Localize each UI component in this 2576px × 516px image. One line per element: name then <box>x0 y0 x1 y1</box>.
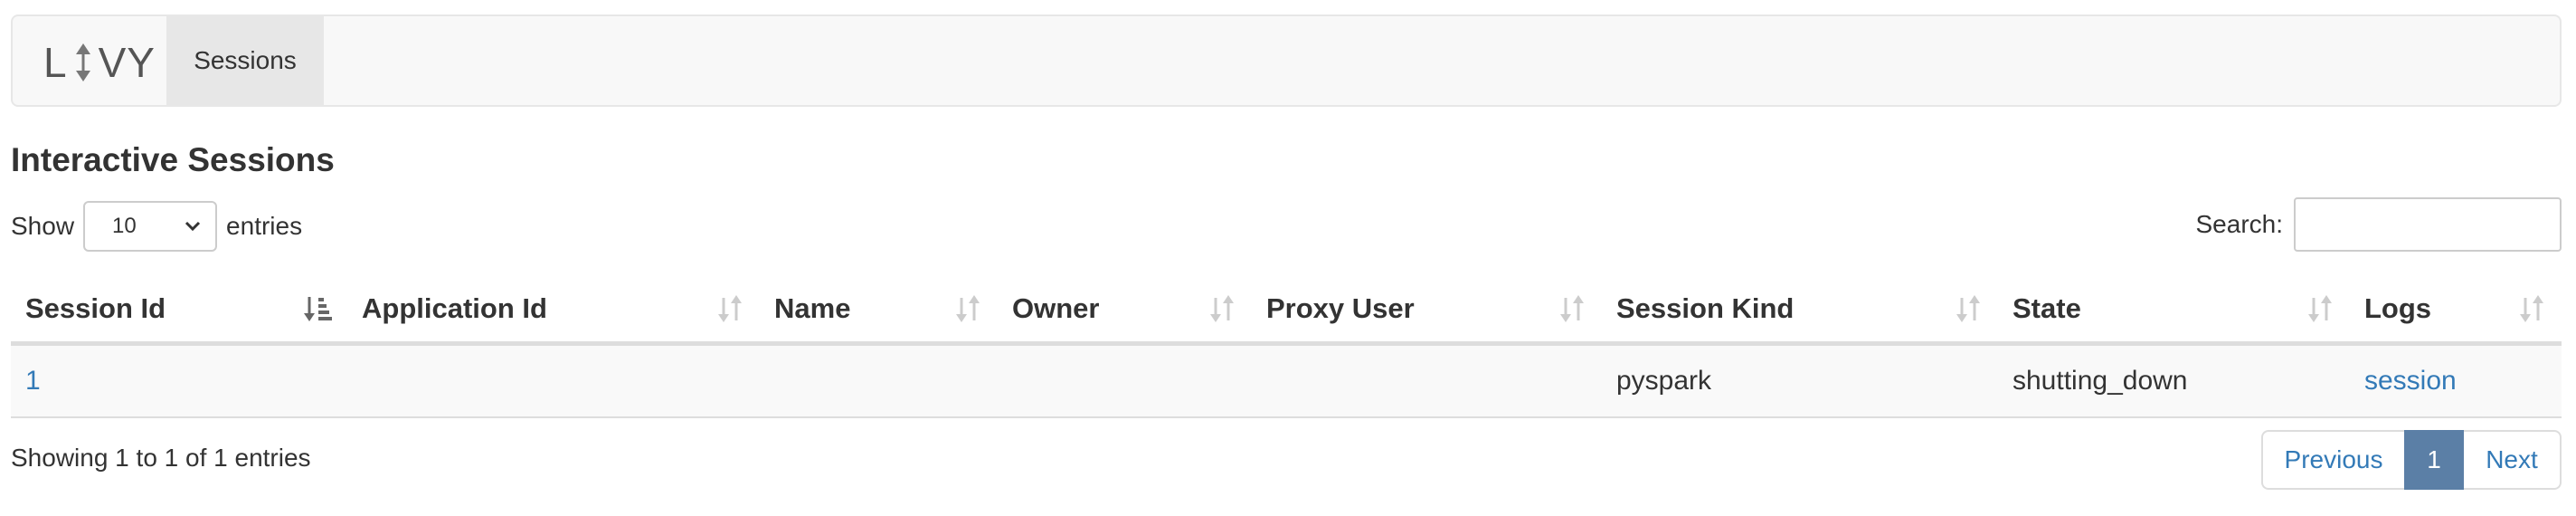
sort-both-icon <box>718 295 742 322</box>
page-title: Interactive Sessions <box>11 141 335 178</box>
previous-page-button[interactable]: Previous <box>2261 430 2404 490</box>
sort-both-icon <box>2308 295 2332 322</box>
sort-both-icon <box>1560 295 1584 322</box>
livy-logo[interactable]: L VY <box>43 42 156 83</box>
cell-state: shutting_down <box>1998 343 2350 418</box>
column-header-session-kind[interactable]: Session Kind <box>1602 276 1998 346</box>
column-header-state[interactable]: State <box>1998 276 2350 346</box>
cell-session-kind: pyspark <box>1602 343 1998 418</box>
session-id-link[interactable]: 1 <box>25 366 41 396</box>
logo-updown-arrow-icon <box>75 43 90 81</box>
nav-tab-sessions[interactable]: Sessions <box>166 16 324 105</box>
column-header-name[interactable]: Name <box>760 276 998 346</box>
sort-both-icon <box>1210 295 1234 322</box>
sort-ascending-icon <box>304 297 332 321</box>
cell-logs: session <box>2350 343 2562 418</box>
column-header-logs[interactable]: Logs <box>2350 276 2562 346</box>
search-label: Search: <box>2195 210 2284 238</box>
entries-per-page-value: 10 <box>112 214 137 238</box>
column-header-owner[interactable]: Owner <box>998 276 1252 346</box>
current-page-button[interactable]: 1 <box>2404 430 2464 490</box>
next-page-button[interactable]: Next <box>2464 430 2562 490</box>
session-logs-link[interactable]: session <box>2364 366 2457 396</box>
cell-session-id: 1 <box>11 343 347 418</box>
search-control: Search: <box>2196 197 2562 252</box>
logo-letter-l: L <box>43 39 68 86</box>
cell-name <box>760 343 998 418</box>
logo-letters-vy: VY <box>98 39 156 86</box>
navbar: L VY Sessions <box>11 14 2562 107</box>
column-header-application-id[interactable]: Application Id <box>347 276 760 346</box>
table-info: Showing 1 to 1 of 1 entries <box>11 444 311 472</box>
cell-application-id <box>347 343 760 418</box>
search-input[interactable] <box>2294 197 2562 252</box>
sort-both-icon <box>2520 295 2543 322</box>
pagination: Previous 1 Next <box>2261 430 2562 490</box>
table-header-row: Session Id Application Id Name Owner Pro… <box>11 276 2562 346</box>
column-header-session-id[interactable]: Session Id <box>11 276 347 346</box>
cell-proxy-user <box>1252 343 1602 418</box>
show-label: Show <box>11 212 75 240</box>
chevron-down-icon <box>185 221 201 232</box>
cell-owner <box>998 343 1252 418</box>
table-row: 1 pyspark shutting_down session <box>11 343 2562 418</box>
entries-label: entries <box>226 212 303 240</box>
entries-per-page-select[interactable]: 10 <box>83 201 218 252</box>
nav-tab-label: Sessions <box>194 46 297 74</box>
sort-both-icon <box>1956 295 1980 322</box>
column-header-proxy-user[interactable]: Proxy User <box>1252 276 1602 346</box>
sessions-table: Session Id Application Id Name Owner Pro… <box>11 276 2562 418</box>
sort-both-icon <box>956 295 980 322</box>
entries-length-control: Show 10 entries <box>11 201 302 252</box>
